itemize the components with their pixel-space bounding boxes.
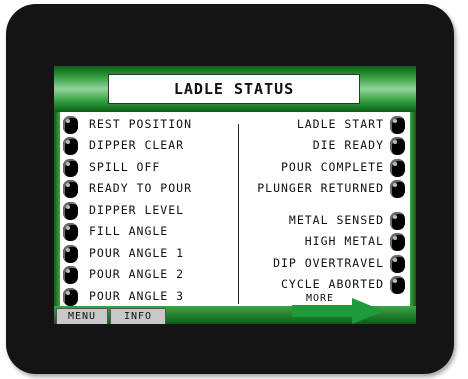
status-label-die-ready: DIE READY bbox=[312, 138, 384, 152]
indicator-light bbox=[390, 180, 405, 198]
indicator-light bbox=[390, 255, 405, 273]
status-label-cycle-aborted: CYCLE ABORTED bbox=[280, 277, 384, 291]
indicator-light bbox=[63, 202, 78, 220]
indicator-light bbox=[390, 233, 405, 251]
status-label-pour-complete: POUR COMPLETE bbox=[280, 160, 384, 174]
right-frame-stripe bbox=[410, 112, 416, 308]
touch-screen: LADLE STATUS REST POSITION DIPPER CLEAR … bbox=[54, 66, 416, 324]
status-label-dipper-level: DIPPER LEVEL bbox=[89, 203, 185, 217]
status-label-ladle-start: LADLE START bbox=[296, 117, 384, 131]
status-label-dip-overtravel: DIP OVERTRAVEL bbox=[273, 256, 384, 270]
status-label-ready-to-pour: READY TO POUR bbox=[89, 181, 193, 195]
screen-title: LADLE STATUS bbox=[108, 74, 360, 104]
indicator-light bbox=[390, 159, 405, 177]
status-label-pour-angle-2: POUR ANGLE 2 bbox=[89, 267, 185, 281]
indicator-light bbox=[63, 159, 78, 177]
indicator-light bbox=[390, 116, 405, 134]
info-button[interactable]: INFO bbox=[110, 308, 166, 324]
indicator-light bbox=[63, 180, 78, 198]
status-label-high-metal: HIGH METAL bbox=[304, 234, 384, 248]
status-label-plunger-returned: PLUNGER RETURNED bbox=[257, 181, 384, 195]
status-label-spill-off: SPILL OFF bbox=[89, 160, 161, 174]
indicator-light bbox=[390, 212, 405, 230]
status-label-metal-sensed: METAL SENSED bbox=[288, 213, 384, 227]
status-label-pour-angle-1: POUR ANGLE 1 bbox=[89, 246, 185, 260]
indicator-light bbox=[390, 276, 405, 294]
status-label-fill-angle: FILL ANGLE bbox=[89, 224, 169, 238]
indicator-light bbox=[63, 223, 78, 241]
menu-button[interactable]: MENU bbox=[56, 308, 108, 324]
status-label-dipper-clear: DIPPER CLEAR bbox=[89, 138, 185, 152]
indicator-light bbox=[63, 288, 78, 306]
indicator-light bbox=[63, 245, 78, 263]
header-bar: LADLE STATUS bbox=[54, 66, 416, 112]
indicator-light bbox=[390, 137, 405, 155]
left-frame-stripe bbox=[54, 112, 60, 308]
indicator-light bbox=[63, 116, 78, 134]
status-label-pour-angle-3: POUR ANGLE 3 bbox=[89, 289, 185, 303]
status-label-rest-position: REST POSITION bbox=[89, 117, 193, 131]
column-divider bbox=[238, 124, 239, 304]
indicator-light bbox=[63, 137, 78, 155]
indicator-light bbox=[63, 266, 78, 284]
more-button-label[interactable]: MORE bbox=[306, 293, 334, 304]
